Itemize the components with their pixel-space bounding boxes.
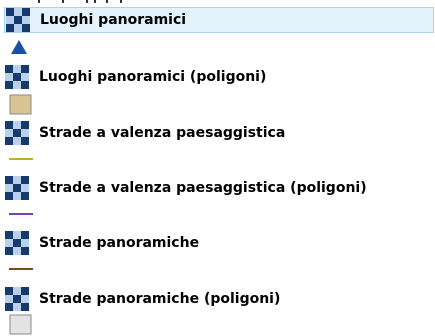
legend-layer-strade-panoramiche-poligoni[interactable]: Strade panoramiche (poligoni)	[4, 286, 280, 312]
layer-raster-icon	[5, 121, 29, 145]
layer-label: Luoghi panoramici (poligoni)	[39, 69, 267, 85]
layer-label: Strade a valenza paesaggistica	[39, 125, 286, 141]
layer-label: Strade a valenza paesaggistica (poligoni…	[39, 180, 367, 196]
layer-raster-icon	[5, 65, 29, 89]
layer-raster-icon	[5, 176, 29, 200]
polygon-fill-symbol-icon	[9, 314, 32, 335]
legend-layer-strade-panoramiche[interactable]: Strade panoramiche	[4, 230, 199, 256]
layer-raster-icon	[5, 287, 29, 311]
legend-layer-luoghi-panoramici-poligoni[interactable]: Luoghi panoramici (poligoni)	[4, 64, 266, 90]
legend-panel: Luoghi panoramici Luoghi panoramici (pol…	[0, 0, 435, 336]
tree-connector-top	[0, 0, 130, 3]
legend-layer-strade-a-valenza-paesaggistica-poligoni[interactable]: Strade a valenza paesaggistica (poligoni…	[4, 175, 367, 201]
legend-layer-strade-a-valenza-paesaggistica[interactable]: Strade a valenza paesaggistica	[4, 120, 285, 146]
layer-raster-icon	[5, 231, 29, 255]
layer-raster-icon	[6, 8, 30, 32]
legend-layer-luoghi-panoramici[interactable]: Luoghi panoramici	[4, 7, 434, 33]
polygon-fill-symbol-icon	[9, 94, 32, 115]
layer-label: Luoghi panoramici	[40, 12, 187, 28]
triangle-symbol-icon	[11, 40, 27, 54]
layer-label: Strade panoramiche	[39, 235, 200, 251]
line-symbol-icon	[9, 158, 33, 160]
line-symbol-icon	[9, 268, 33, 270]
layer-label: Strade panoramiche (poligoni)	[39, 291, 281, 307]
line-symbol-icon	[9, 213, 33, 215]
